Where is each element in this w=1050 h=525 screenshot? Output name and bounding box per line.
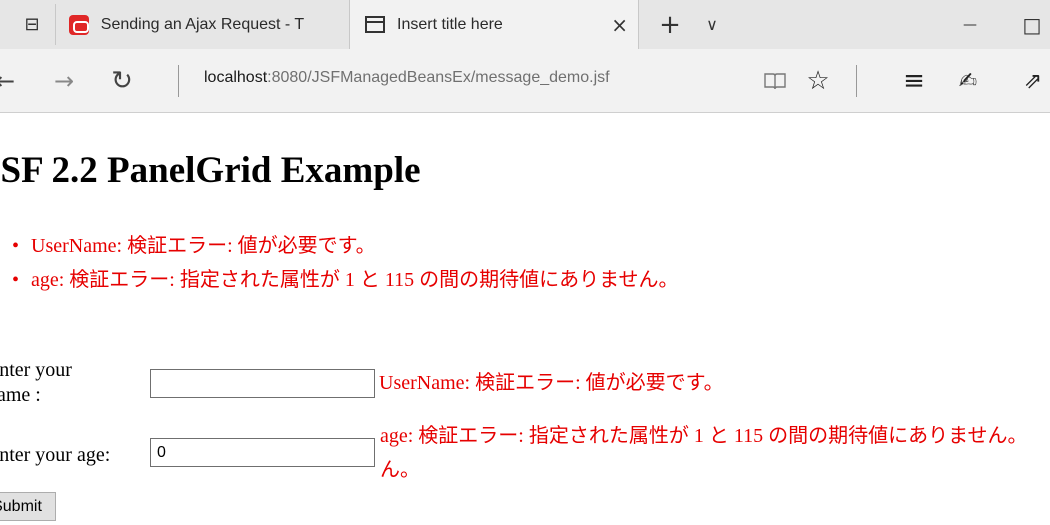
tab-sending-ajax[interactable]: Sending an Ajax Request - T [55,4,348,45]
maximize-icon[interactable]: □ [1014,0,1050,49]
close-tab-icon[interactable]: × [611,13,628,37]
forward-icon[interactable]: → [44,49,84,113]
tab-list-icon[interactable]: ∨ [697,0,727,49]
tab-label: Insert title here [397,15,503,33]
username-input[interactable] [150,369,375,398]
url-divider [178,65,179,97]
back-icon[interactable]: ← [0,49,16,113]
tab-preview-icon[interactable]: ⊟ [14,0,50,49]
url-path: :8080/JSFManagedBeansEx/message_demo.jsf [267,69,610,86]
list-item: • UserName: 検証エラー: 値が必要です。 [0,231,679,265]
navigation-bar: ← → ↻ localhost:8080/JSFManagedBeansEx/m… [0,49,1050,113]
red-favicon-icon [69,14,89,35]
refresh-icon[interactable]: ↻ [100,49,144,113]
age-error-line2: ん。 [380,459,420,481]
message-text: UserName: 検証エラー: 値が必要です。 [31,235,376,257]
bullet-icon: • [12,269,20,291]
page-icon [365,16,385,33]
age-input[interactable] [150,438,375,467]
submit-button[interactable]: Submit [0,492,56,521]
minimize-icon[interactable]: — [950,0,990,49]
username-label-line1: Enter your [0,359,72,381]
bullet-icon: • [12,235,20,257]
list-item: • age: 検証エラー: 指定された属性が 1 と 115 の間の期待値にありま… [0,265,679,299]
username-label-line2: name : [0,384,41,406]
validation-messages: • UserName: 検証エラー: 値が必要です。 • age: 検証エラー: 指… [0,231,679,299]
tab-label: Sending an Ajax Request - T [100,15,305,33]
age-error-line1: age: 検証エラー: 指定された属性が 1 と 115 の間の期待値にありませ… [380,425,1028,447]
page-title: JSF 2.2 PanelGrid Example [0,150,421,191]
share-icon[interactable]: ⇗ [1016,49,1050,113]
url-host: localhost [204,69,268,86]
tab-insert-title[interactable]: Insert title here × [349,0,639,49]
tab-strip: ⊟ Sending an Ajax Request - T Insert tit… [0,0,1050,49]
web-note-icon[interactable]: ✍ [950,49,986,113]
hub-icon[interactable]: ≡ [896,49,932,113]
message-text: age: 検証エラー: 指定された属性が 1 と 115 の間の期待値にありませ… [31,269,679,291]
new-tab-icon[interactable]: + [653,0,687,49]
username-error: UserName: 検証エラー: 値が必要です。 [379,372,724,394]
address-bar[interactable]: localhost:8080/JSFManagedBeansEx/message… [204,69,610,87]
age-label: Enter your age: [0,444,111,466]
favorite-star-icon[interactable]: ☆ [800,49,836,113]
toolbar-divider [856,65,857,97]
reading-view-icon[interactable] [758,49,792,113]
